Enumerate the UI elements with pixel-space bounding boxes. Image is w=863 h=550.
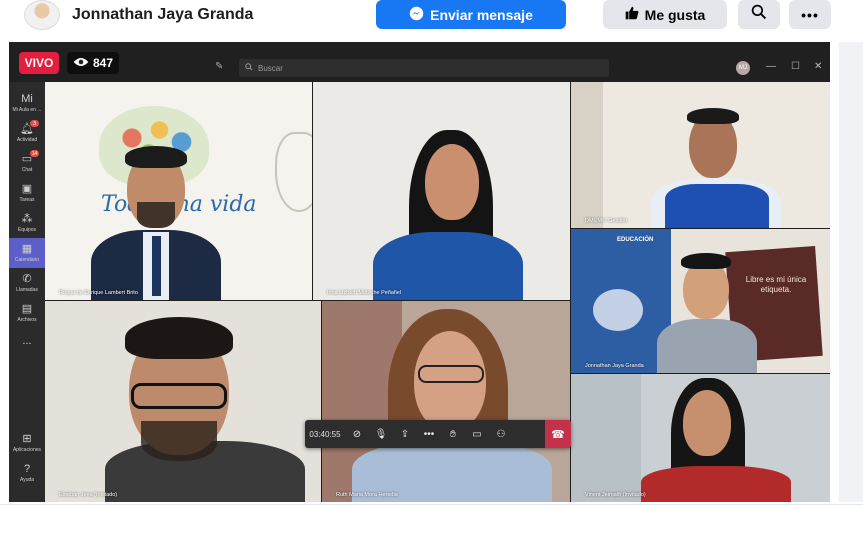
thumbs-up-icon xyxy=(625,6,639,23)
rail-item-chat[interactable]: ▭ 14 Chat xyxy=(9,148,45,178)
sign-text: Libre es mi única etiqueta. xyxy=(745,275,807,294)
participants-icon[interactable]: ⚇ xyxy=(489,420,513,448)
rail-item-llamadas[interactable]: ✆ Llamadas xyxy=(9,268,45,298)
tasks-icon: ▣ xyxy=(21,182,33,195)
search-icon xyxy=(245,63,253,73)
participant-hair xyxy=(125,146,187,168)
participant-name: Ruth Maria Mora Heredia xyxy=(336,492,398,498)
participant-hair xyxy=(125,317,233,359)
participant-tile[interactable]: EDUCACIÓN Libre es mi única etiqueta. Jo… xyxy=(571,229,830,373)
rail-item-tareas[interactable]: ▣ Tareas xyxy=(9,178,45,208)
participant-name: Roque de Enrique Lambert Brito xyxy=(59,290,138,296)
divider xyxy=(0,504,863,505)
glasses xyxy=(418,365,484,383)
maximize-icon[interactable]: ☐ xyxy=(791,61,800,72)
participant-hair xyxy=(681,253,731,269)
send-message-label: Enviar mensaje xyxy=(430,6,533,23)
page-background-strip xyxy=(839,42,863,502)
rail-item-mi-aula[interactable]: Mi Mi Aula en ... xyxy=(9,88,45,118)
participant-tile[interactable]: DMUMI / Gestión xyxy=(571,82,830,228)
phone-icon: ✆ xyxy=(22,272,32,285)
beard xyxy=(137,202,175,228)
apps-icon: ⊞ xyxy=(22,432,32,445)
camera-off-icon[interactable]: ⊘ xyxy=(345,420,369,448)
search-button[interactable] xyxy=(738,0,780,29)
like-button[interactable]: Me gusta xyxy=(603,0,727,29)
calendar-icon: ▦ xyxy=(21,242,33,255)
people-icon: ⁂ xyxy=(21,212,33,225)
profile-name[interactable]: Jonnathan Jaya Granda xyxy=(72,6,253,24)
rail-item-calendario[interactable]: ▦ Calendario xyxy=(9,238,45,268)
messenger-icon xyxy=(409,6,424,24)
eye-icon xyxy=(73,56,89,70)
more-actions-icon[interactable]: ••• xyxy=(417,420,441,448)
tie xyxy=(152,236,161,296)
live-badge: VIVO xyxy=(19,52,59,74)
chat-badge: 14 xyxy=(30,150,39,157)
help-icon: ? xyxy=(23,462,31,475)
participant-tile[interactable]: Vinent Jeimath (Invitado) xyxy=(571,374,830,502)
poster-logo xyxy=(593,289,643,331)
teams-icon: Mi xyxy=(21,92,33,105)
teams-title-bar: ✎ Buscar MJ — ☐ ✕ xyxy=(9,42,830,82)
participant-name: DMUMI / Gestión xyxy=(585,218,628,224)
viewer-count: 847 xyxy=(67,52,120,74)
participant-hair xyxy=(687,108,739,124)
participant-name: Jonnathan Jaya Granda xyxy=(585,363,644,369)
raise-hand-icon[interactable]: ✋︎ xyxy=(441,420,465,448)
participant-body xyxy=(641,466,791,502)
participant-body xyxy=(657,319,757,373)
mic-off-icon[interactable]: 🎙︎ xyxy=(369,420,393,448)
participant-tile[interactable]: Ruth Maria Mora Heredia xyxy=(322,301,570,502)
vest xyxy=(665,184,769,228)
glasses xyxy=(131,383,227,409)
participant-tile[interactable]: Irina Lizbeth Motoche Peñafiel xyxy=(313,82,570,300)
door-frame xyxy=(571,82,603,228)
compose-icon[interactable]: ✎ xyxy=(215,61,227,73)
file-icon: ▤ xyxy=(21,302,33,315)
live-video-player[interactable]: ✎ Buscar MJ — ☐ ✕ VIVO 847 Mi Mi Aula en… xyxy=(9,42,830,502)
close-icon[interactable]: ✕ xyxy=(814,61,822,72)
hang-up-button[interactable]: ☎︎ xyxy=(545,420,571,448)
user-avatar[interactable]: MJ xyxy=(736,61,750,75)
rail-item-equipos[interactable]: ⁂ Equipos xyxy=(9,208,45,238)
rail-item-actividad[interactable]: 🔔︎ 3 Actividad xyxy=(9,118,45,148)
search-icon xyxy=(751,4,767,25)
wall xyxy=(571,374,641,502)
rail-item-ayuda[interactable]: ? Ayuda xyxy=(9,458,45,488)
minimize-icon[interactable]: — xyxy=(766,61,776,72)
participant-face xyxy=(683,390,731,456)
participant-tile[interactable]: Esteban Jena (Invitado) xyxy=(45,301,321,502)
rail-item-archivos[interactable]: ▤ Archivos xyxy=(9,298,45,328)
emblem xyxy=(275,132,312,212)
more-icon: ... xyxy=(22,334,32,347)
call-control-bar: 03:40:55 ⊘ 🎙︎ ⇪ ••• ✋︎ ▭ ⚇ ☎︎ xyxy=(305,420,571,448)
call-timer: 03:40:55 xyxy=(309,429,341,439)
rail-item-more[interactable]: ... xyxy=(9,326,45,356)
participant-tile[interactable]: Toda una vida Roque de Enrique Lambert B… xyxy=(45,82,312,300)
profile-avatar[interactable] xyxy=(24,0,60,30)
share-screen-icon[interactable]: ⇪ xyxy=(393,420,417,448)
viewer-count-value: 847 xyxy=(93,56,114,70)
beard xyxy=(141,421,217,461)
profile-header: Jonnathan Jaya Granda Enviar mensaje Me … xyxy=(0,0,863,32)
participant-name: Vinent Jeimath (Invitado) xyxy=(585,492,646,498)
more-options-button[interactable]: ••• xyxy=(789,0,831,29)
participant-name: Irina Lizbeth Motoche Peñafiel xyxy=(327,290,401,296)
participant-name: Esteban Jena (Invitado) xyxy=(59,492,118,498)
search-placeholder: Buscar xyxy=(258,63,283,73)
chat-icon[interactable]: ▭ xyxy=(465,420,489,448)
participant-face xyxy=(425,144,479,220)
rail-item-aplicaciones[interactable]: ⊞ Aplicaciones xyxy=(9,428,45,458)
teams-app-bar: Mi Mi Aula en ... 🔔︎ 3 Actividad ▭ 14 Ch… xyxy=(9,82,45,502)
activity-badge: 3 xyxy=(30,120,39,127)
teams-search-input[interactable]: Buscar xyxy=(239,59,609,77)
like-label: Me gusta xyxy=(644,6,706,23)
send-message-button[interactable]: Enviar mensaje xyxy=(376,0,566,29)
poster-text: EDUCACIÓN xyxy=(617,237,654,243)
